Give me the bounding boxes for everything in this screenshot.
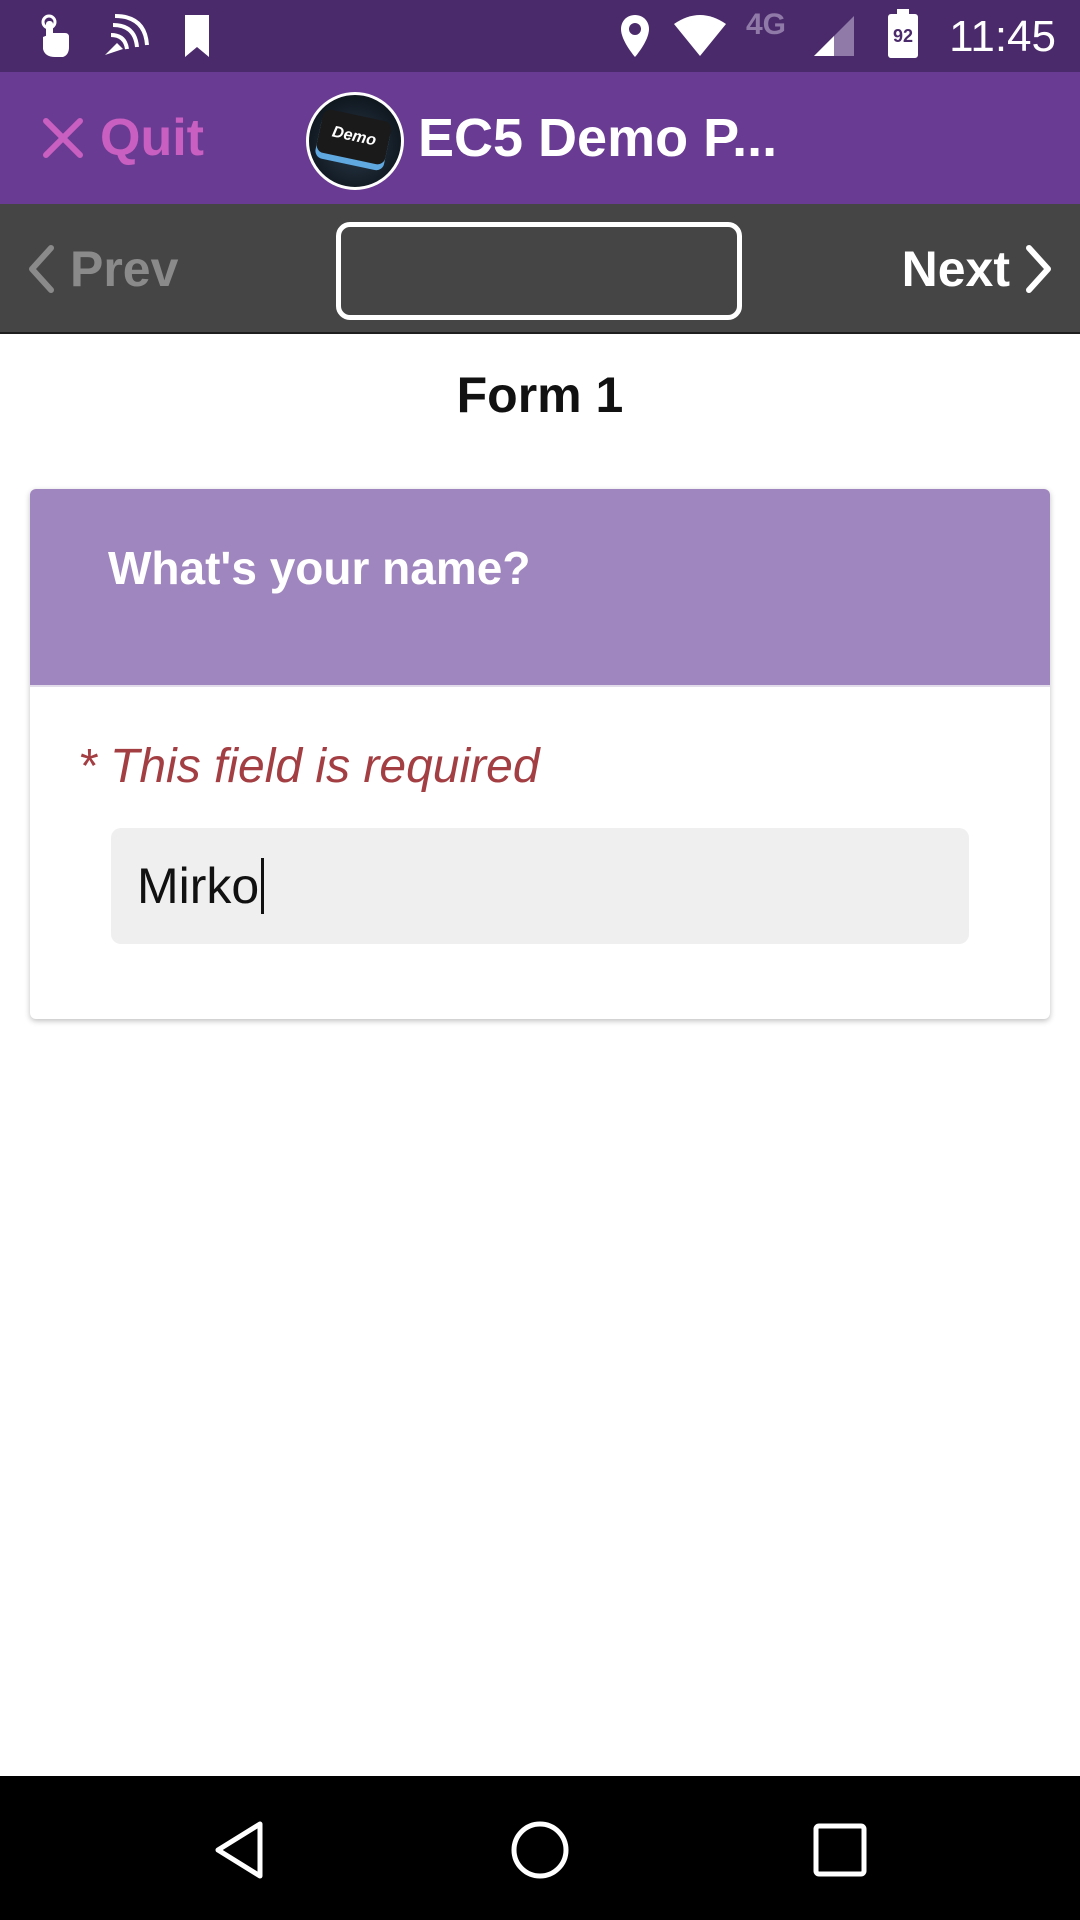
home-icon[interactable] — [508, 1818, 572, 1882]
prev-button[interactable]: Prev — [26, 234, 178, 304]
name-input-value: Mirko — [137, 858, 260, 914]
question-text: What's your name? — [108, 542, 531, 594]
form-title: Form 1 — [456, 367, 624, 423]
question-header: What's your name? — [30, 489, 1050, 687]
touch-icon — [30, 10, 76, 62]
logo-text: Demo — [330, 123, 378, 150]
project-logo: Demo — [306, 92, 404, 190]
next-label: Next — [901, 241, 1010, 297]
chevron-right-icon — [1026, 245, 1051, 293]
wifi-icon — [672, 10, 728, 62]
battery-icon: 92 — [888, 9, 918, 58]
status-bar: 4G 92 11:45 — [0, 0, 1080, 72]
system-nav-bar — [0, 1776, 1080, 1920]
app-bar: Quit Demo EC5 Demo P... — [0, 72, 1080, 204]
form-nav-bar: Prev Next — [0, 204, 1080, 334]
text-caret — [261, 858, 265, 914]
location-icon — [618, 10, 652, 62]
question-card: What's your name? * This field is requir… — [30, 489, 1050, 1019]
status-time: 11:45 — [949, 12, 1056, 61]
app-title: EC5 Demo P... — [418, 108, 778, 168]
network-type: 4G — [746, 8, 787, 41]
prev-label: Prev — [70, 241, 179, 297]
required-message: * This field is required — [78, 740, 540, 793]
cast-icon — [100, 10, 150, 62]
next-button[interactable]: Next — [902, 234, 1054, 304]
quit-button[interactable]: Quit — [42, 100, 204, 176]
progress-indicator — [336, 222, 742, 320]
battery-level: 92 — [892, 26, 914, 46]
bookmark-icon — [182, 10, 212, 62]
chevron-left-icon — [29, 245, 54, 293]
name-input[interactable]: Mirko — [111, 828, 969, 944]
recents-icon[interactable] — [808, 1818, 872, 1882]
signal-icon — [812, 10, 856, 62]
close-icon — [43, 118, 83, 158]
back-icon[interactable] — [208, 1818, 272, 1882]
quit-label: Quit — [100, 109, 204, 167]
